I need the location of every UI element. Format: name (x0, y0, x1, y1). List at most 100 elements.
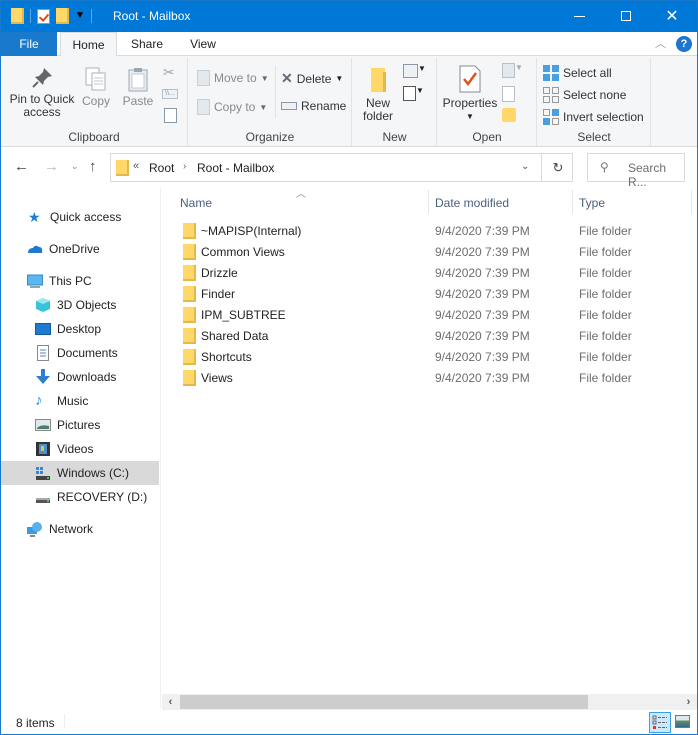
breadcrumb-overflow[interactable]: « (133, 160, 139, 172)
table-row[interactable]: Shortcuts 9/4/2020 7:39 PM File folder (162, 347, 697, 368)
folder-icon (183, 286, 196, 302)
maximize-button[interactable] (603, 1, 649, 32)
table-row[interactable]: IPM_SUBTREE 9/4/2020 7:39 PM File folder (162, 305, 697, 326)
window-title: Root - Mailbox (113, 9, 191, 23)
sidebar-item-label: Quick access (50, 210, 122, 224)
sidebar-item-documents[interactable]: Documents (1, 341, 159, 365)
pin-label-line2: access (23, 105, 61, 119)
tab-view[interactable]: View (177, 32, 229, 56)
move-to-button[interactable]: Move to ▼ (197, 70, 269, 86)
sidebar-item-this-pc[interactable]: This PC (1, 269, 159, 293)
paste-shortcut-icon[interactable] (164, 108, 177, 123)
star-icon: ★ (28, 209, 41, 225)
address-dropdown-icon[interactable]: ⌄ (521, 161, 529, 172)
column-divider[interactable] (572, 190, 573, 214)
select-all-button[interactable]: Select all (543, 65, 612, 81)
sidebar-item-videos[interactable]: Videos (1, 437, 159, 461)
tab-share[interactable]: Share (119, 32, 175, 56)
table-row[interactable]: Shared Data 9/4/2020 7:39 PM File folder (162, 326, 697, 347)
sidebar-item-pictures[interactable]: Pictures (1, 413, 159, 437)
sidebar-item-downloads[interactable]: Downloads (1, 365, 159, 389)
table-row[interactable]: Views 9/4/2020 7:39 PM File folder (162, 368, 697, 389)
properties-button[interactable]: Properties ▼ (442, 64, 498, 123)
back-button[interactable]: ← (14, 158, 29, 175)
collapse-ribbon-icon[interactable]: ︿ (655, 35, 666, 51)
select-none-button[interactable]: Select none (543, 87, 626, 103)
history-button[interactable] (502, 108, 516, 125)
open-button[interactable]: ▼ (502, 63, 523, 81)
new-folder-icon[interactable] (56, 8, 69, 24)
delete-button[interactable]: ✕ Delete ▼ (281, 70, 343, 87)
chevron-down-icon: ▼ (515, 63, 523, 72)
scroll-left-icon[interactable]: ‹ (162, 694, 179, 710)
sidebar-item-onedrive[interactable]: OneDrive (1, 237, 159, 261)
forward-button[interactable]: → (44, 158, 59, 175)
download-icon (36, 369, 50, 384)
breadcrumb-separator[interactable]: › (183, 161, 186, 172)
folder-icon (183, 328, 196, 344)
column-header-name[interactable]: Name (180, 188, 425, 218)
sidebar-item-music[interactable]: ♪ Music (1, 389, 159, 413)
tab-file[interactable]: File (1, 32, 57, 56)
ribbon-tabs: File Home Share View ︿ ? (1, 32, 697, 57)
sidebar-item-quick-access[interactable]: ★ Quick access (1, 205, 159, 229)
file-name: Finder (201, 287, 236, 301)
navigation-pane: ★ Quick access OneDrive This PC 3D Objec… (1, 188, 161, 708)
breadcrumb-root-mailbox[interactable]: Root - Mailbox (197, 161, 274, 175)
video-icon (36, 442, 50, 456)
chevron-down-icon: ▼ (416, 86, 424, 95)
invert-selection-button[interactable]: Invert selection (543, 109, 644, 125)
pin-to-quick-access-button[interactable]: Pin to Quick access (7, 66, 77, 119)
column-divider[interactable] (428, 190, 429, 214)
help-icon[interactable]: ? (676, 36, 692, 52)
sidebar-item-3d-objects[interactable]: 3D Objects (1, 293, 159, 317)
file-date: 9/4/2020 7:39 PM (435, 266, 530, 280)
search-box[interactable]: ⚲ Search R... (587, 153, 685, 189)
new-folder-button[interactable]: New folder (359, 66, 397, 123)
organize-group: Move to ▼ Copy to ▼ ✕ Delete ▼ Rename Organ… (189, 58, 352, 146)
title-bar[interactable]: ▼ Root - Mailbox ✕ (1, 1, 697, 32)
scrollbar-thumb[interactable] (180, 695, 588, 709)
copy-button[interactable]: Copy (79, 66, 113, 108)
recent-locations-dropdown[interactable]: ⌄ (71, 161, 79, 172)
file-explorer-window: ▼ Root - Mailbox ✕ File Home Share View … (0, 0, 698, 735)
file-name: Views (201, 371, 233, 385)
customize-toolbar-dropdown-icon[interactable]: ▼ (75, 11, 85, 21)
file-name: Shortcuts (201, 350, 252, 364)
file-type: File folder (579, 287, 632, 301)
new-group-label: New (382, 130, 407, 144)
paste-button[interactable]: Paste (119, 66, 157, 108)
address-bar[interactable]: « Root › Root - Mailbox ⌄ ↻ (110, 153, 573, 182)
horizontal-scrollbar[interactable]: ‹ › (162, 694, 697, 710)
sidebar-item-windows-c[interactable]: Windows (C:) (1, 461, 159, 485)
copy-to-button[interactable]: Copy to ▼ (197, 99, 267, 115)
delete-label: Delete (296, 71, 332, 86)
breadcrumb-root[interactable]: Root (149, 161, 174, 175)
details-view-button[interactable] (649, 712, 671, 733)
table-row[interactable]: Finder 9/4/2020 7:39 PM File folder (162, 284, 697, 305)
column-header-type[interactable]: Type (579, 188, 679, 218)
scroll-right-icon[interactable]: › (680, 694, 697, 710)
copy-path-icon[interactable]: \\... (162, 89, 178, 99)
rename-button[interactable]: Rename (281, 99, 346, 113)
large-icons-view-button[interactable] (675, 715, 690, 728)
properties-icon[interactable] (37, 8, 50, 24)
refresh-button[interactable]: ↻ (541, 154, 574, 181)
cut-icon[interactable]: ✂ (163, 64, 175, 81)
column-divider[interactable] (691, 190, 692, 214)
minimize-button[interactable] (557, 1, 603, 32)
table-row[interactable]: Common Views 9/4/2020 7:39 PM File folde… (162, 242, 697, 263)
close-button[interactable]: ✕ (649, 1, 695, 32)
sidebar-item-desktop[interactable]: Desktop (1, 317, 159, 341)
edit-button[interactable] (502, 86, 515, 105)
new-item-button[interactable]: ▼ (403, 64, 426, 81)
up-button[interactable]: ↑ (89, 158, 97, 175)
table-row[interactable]: ~MAPISP(Internal) 9/4/2020 7:39 PM File … (162, 221, 697, 242)
sidebar-item-recovery-d[interactable]: RECOVERY (D:) (1, 485, 159, 509)
column-header-date-modified[interactable]: Date modified (435, 188, 570, 218)
sidebar-item-network[interactable]: Network (1, 517, 159, 541)
music-icon: ♪ (35, 392, 43, 409)
table-row[interactable]: Drizzle 9/4/2020 7:39 PM File folder (162, 263, 697, 284)
tab-home[interactable]: Home (60, 32, 117, 57)
easy-access-button[interactable]: ▼ (403, 86, 424, 104)
